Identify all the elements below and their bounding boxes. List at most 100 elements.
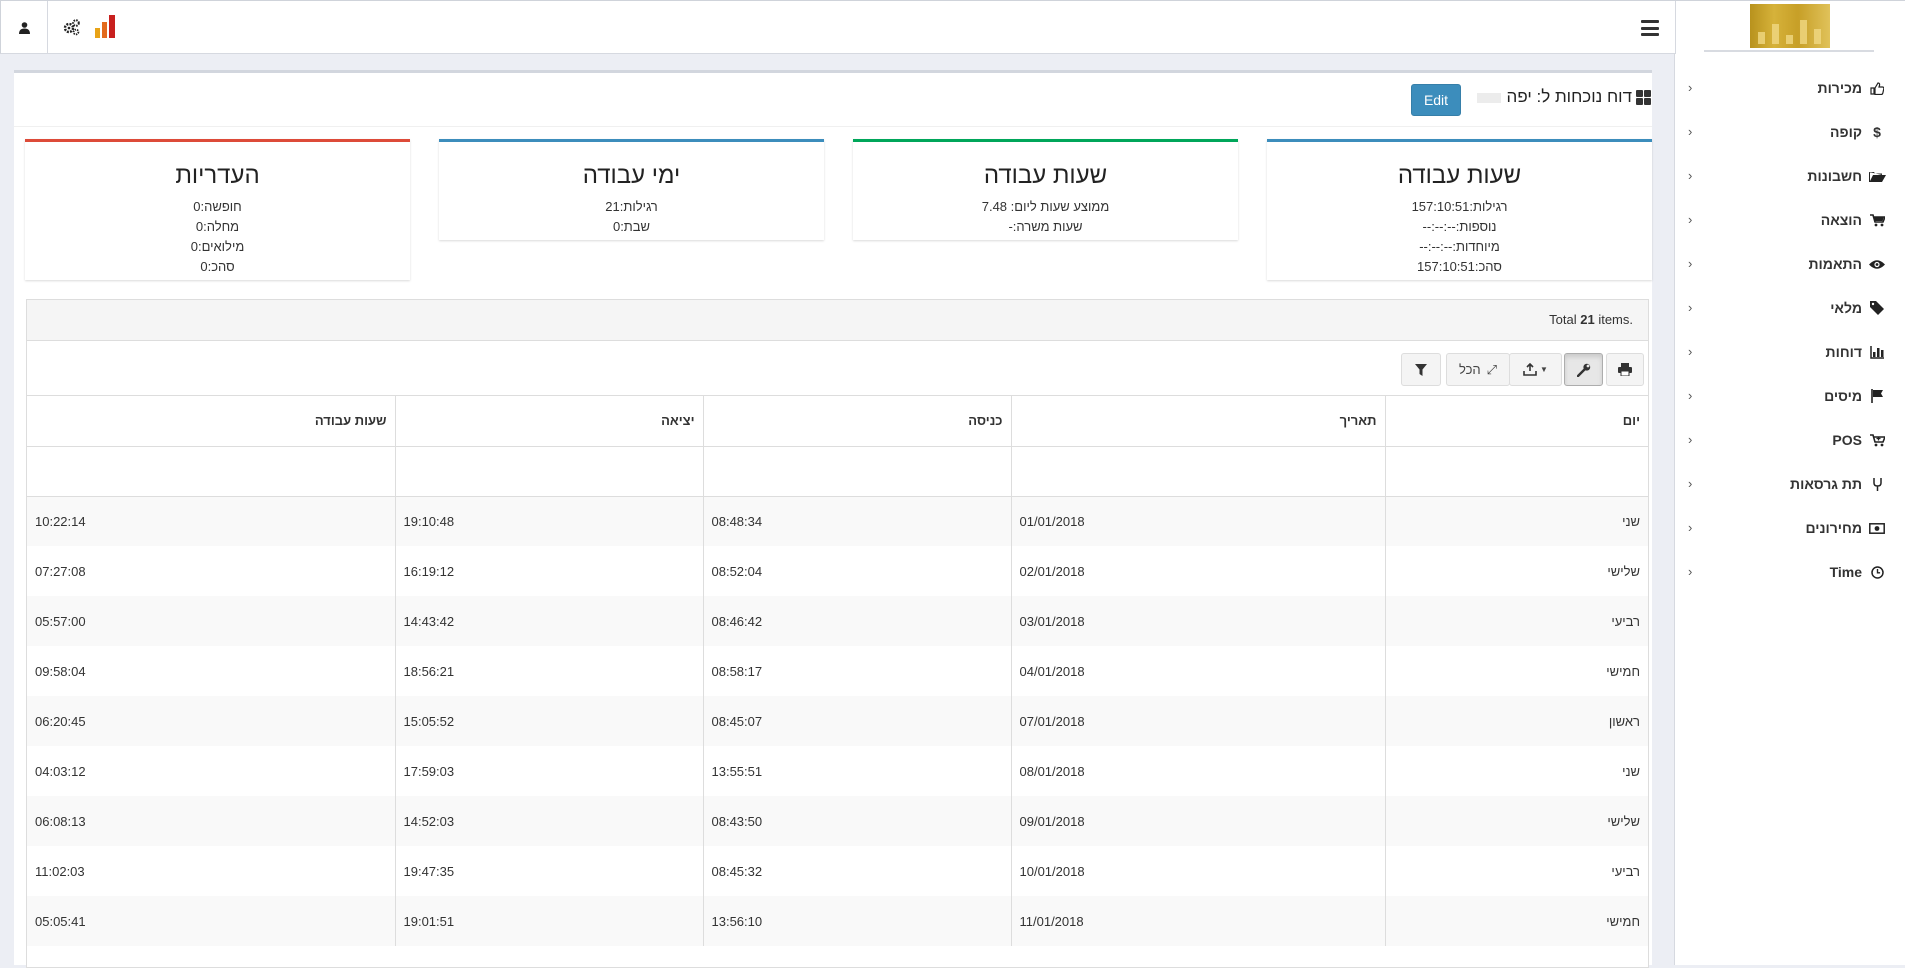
sidebar-item-cashier[interactable]: $ קופה ‹ bbox=[1675, 110, 1905, 154]
filter-cell-day[interactable] bbox=[1384, 446, 1648, 497]
chevron-left-icon: ‹ bbox=[1688, 168, 1693, 183]
sidebar-item-pricelists[interactable]: מחירונים ‹ bbox=[1675, 506, 1905, 550]
sidebar-item-taxes[interactable]: מיסים ‹ bbox=[1675, 374, 1905, 418]
export-icon bbox=[1523, 363, 1537, 376]
cell-entry: 08:45:07 bbox=[702, 696, 1011, 746]
logo-divider bbox=[1704, 50, 1874, 52]
sidebar-item-label: Time bbox=[1829, 564, 1862, 580]
chevron-left-icon: ‹ bbox=[1688, 432, 1693, 447]
caret-down-icon: ▼ bbox=[1540, 365, 1548, 374]
thumbs-up-icon bbox=[1868, 81, 1886, 95]
column-header-entry[interactable]: כניסה bbox=[702, 396, 1011, 447]
cell-date: 11/01/2018 bbox=[1010, 896, 1385, 946]
table-row[interactable]: ראשון 07/01/2018 08:45:07 15:05:52 06:20:45 bbox=[27, 696, 1648, 746]
export-dropdown-button[interactable]: ▼ bbox=[1509, 353, 1562, 386]
sidebar-item-accounts[interactable]: חשבונות ‹ bbox=[1675, 154, 1905, 198]
sidebar-item-pos[interactable]: POS ‹ bbox=[1675, 418, 1905, 462]
stat-line-overtime: נוספות:--:--:-- bbox=[1422, 219, 1497, 234]
filter-button[interactable] bbox=[1401, 353, 1441, 386]
hamburger-menu-icon[interactable] bbox=[1641, 20, 1659, 36]
company-logo[interactable] bbox=[1675, 1, 1905, 54]
print-button[interactable] bbox=[1606, 353, 1644, 386]
cell-day: רביעי bbox=[1384, 596, 1648, 646]
cart-plus-icon bbox=[1868, 433, 1886, 447]
filter-cell-work-hours[interactable] bbox=[27, 446, 395, 497]
column-header-date[interactable]: תאריך bbox=[1010, 396, 1385, 447]
page-title: דוח נוכחות ל: יפה bbox=[1476, 87, 1632, 107]
gears-icon bbox=[63, 19, 80, 36]
bar-chart-icon bbox=[1868, 345, 1886, 359]
dollar-icon: $ bbox=[1873, 124, 1881, 140]
attendance-report-panel: דוח נוכחות ל: יפה Edit שעות עבודה רגילות… bbox=[14, 70, 1652, 968]
filter-cell-entry[interactable] bbox=[702, 446, 1011, 497]
stat-line-vacation: חופשה:0 bbox=[193, 199, 242, 214]
table-row[interactable]: רביעי 10/01/2018 08:45:32 19:47:35 11:02:03 bbox=[27, 846, 1648, 896]
cell-work-hours: 09:58:04 bbox=[35, 663, 86, 679]
print-icon bbox=[1618, 363, 1632, 376]
expand-icon: ⤢ bbox=[1486, 361, 1498, 377]
cell-date: 08/01/2018 bbox=[1010, 746, 1385, 796]
sidebar-item-reconciliation[interactable]: התאמות ‹ bbox=[1675, 242, 1905, 286]
table-row[interactable]: רביעי 03/01/2018 08:46:42 14:43:42 05:57:00 bbox=[27, 596, 1648, 646]
folder-open-icon bbox=[1868, 170, 1886, 183]
table-row[interactable]: שני 01/01/2018 08:48:34 19:10:48 10:22:14 bbox=[27, 496, 1648, 546]
cell-entry: 08:45:32 bbox=[702, 846, 1011, 896]
table-row[interactable]: חמישי 04/01/2018 08:58:17 18:56:21 09:58:04 bbox=[27, 646, 1648, 696]
stat-title: שעות עבודה bbox=[1397, 162, 1522, 189]
stat-box-work-days: ימי עבודה רגילות:21 שבת:0 bbox=[439, 139, 824, 240]
app-logo-bars-icon[interactable] bbox=[93, 14, 119, 38]
sidebar-item-label: POS bbox=[1832, 432, 1862, 448]
cell-entry: 13:56:10 bbox=[702, 896, 1011, 946]
wrench-icon bbox=[1576, 363, 1590, 377]
cell-entry: 13:55:51 bbox=[702, 746, 1011, 796]
cell-work-hours: 11:02:03 bbox=[35, 863, 85, 879]
settings-gears-button[interactable] bbox=[63, 18, 81, 36]
table-row[interactable]: חמישי 11/01/2018 13:56:10 19:01:51 05:05:41 bbox=[27, 896, 1648, 946]
stat-title: ימי עבודה bbox=[582, 162, 681, 189]
filter-row bbox=[27, 446, 1648, 497]
cell-day: שלישי bbox=[1384, 796, 1648, 846]
sidebar: מכירות ‹ $ קופה ‹ חשבונות ‹ הוצאה ‹ התאמ… bbox=[1674, 54, 1905, 965]
grid-summary-bar: Total 21 items. bbox=[27, 300, 1648, 341]
cell-exit: 14:43:42 bbox=[394, 596, 703, 646]
filter-icon bbox=[1415, 363, 1427, 376]
edit-button[interactable]: Edit bbox=[1411, 84, 1461, 116]
cell-day: חמישי bbox=[1384, 646, 1648, 696]
cell-day: חמישי bbox=[1384, 896, 1648, 946]
cell-exit: 19:47:35 bbox=[394, 846, 703, 896]
stat-line-total: סהכ:157:10:51 bbox=[1417, 259, 1502, 274]
sidebar-item-sales[interactable]: מכירות ‹ bbox=[1675, 66, 1905, 110]
toggle-settings-button[interactable] bbox=[1564, 353, 1603, 386]
sidebar-item-reports[interactable]: דוחות ‹ bbox=[1675, 330, 1905, 374]
sidebar-item-time[interactable]: Time ‹ bbox=[1675, 550, 1905, 594]
table-row[interactable]: שלישי 02/01/2018 08:52:04 16:19:12 07:27:08 bbox=[27, 546, 1648, 596]
sidebar-item-label: דוחות bbox=[1825, 344, 1862, 360]
sidebar-item-inventory[interactable]: מלאי ‹ bbox=[1675, 286, 1905, 330]
cell-work-hours: 07:27:08 bbox=[35, 563, 86, 579]
chevron-left-icon: ‹ bbox=[1688, 344, 1693, 359]
stat-box-work-hours: שעות עבודה רגילות:157:10:51 נוספות:--:--… bbox=[1267, 139, 1652, 280]
shopping-cart-icon bbox=[1868, 213, 1886, 227]
stat-line-sick: מחלה:0 bbox=[195, 219, 240, 234]
filter-cell-exit[interactable] bbox=[394, 446, 703, 497]
cell-date: 09/01/2018 bbox=[1010, 796, 1385, 846]
sidebar-item-subversions[interactable]: תת גרסאות ‹ bbox=[1675, 462, 1905, 506]
filter-cell-date[interactable] bbox=[1010, 446, 1385, 497]
show-all-button[interactable]: ⤢ הכל bbox=[1446, 353, 1510, 386]
summary-suffix: items. bbox=[1594, 312, 1633, 327]
cell-exit: 18:56:21 bbox=[394, 646, 703, 696]
column-header-exit[interactable]: יציאה bbox=[394, 396, 703, 447]
table-row[interactable]: שלישי 09/01/2018 08:43:50 14:52:03 06:08:13 bbox=[27, 796, 1648, 846]
cell-day: שני bbox=[1384, 746, 1648, 796]
user-menu-button[interactable] bbox=[1, 1, 48, 54]
cell-date: 10/01/2018 bbox=[1010, 846, 1385, 896]
sidebar-item-expense[interactable]: הוצאה ‹ bbox=[1675, 198, 1905, 242]
table-row[interactable]: שני 08/01/2018 13:55:51 17:59:03 04:03:12 bbox=[27, 746, 1648, 796]
chevron-left-icon: ‹ bbox=[1688, 80, 1693, 95]
stat-title: שעות עבודה bbox=[983, 162, 1108, 189]
chevron-left-icon: ‹ bbox=[1688, 124, 1693, 139]
cell-entry: 08:52:04 bbox=[702, 546, 1011, 596]
column-header-work-hours[interactable]: שעות עבודה bbox=[27, 396, 395, 447]
column-header-day[interactable]: יום bbox=[1384, 396, 1648, 447]
code-fork-icon bbox=[1868, 477, 1886, 491]
